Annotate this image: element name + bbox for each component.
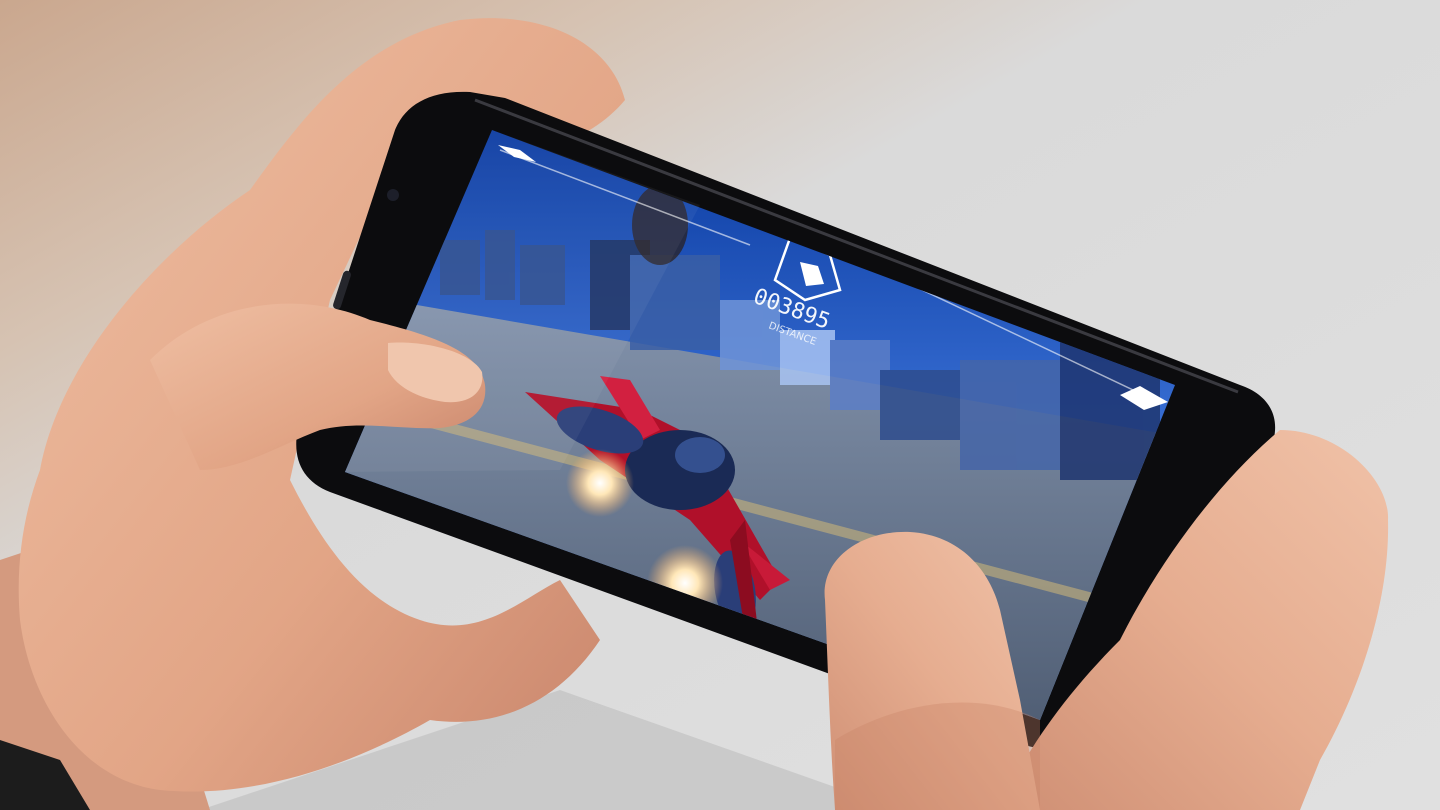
photo-scene: 003895 DISTANCE [0,0,1440,810]
engine-glow-left [566,449,634,517]
front-camera-icon [387,189,399,201]
